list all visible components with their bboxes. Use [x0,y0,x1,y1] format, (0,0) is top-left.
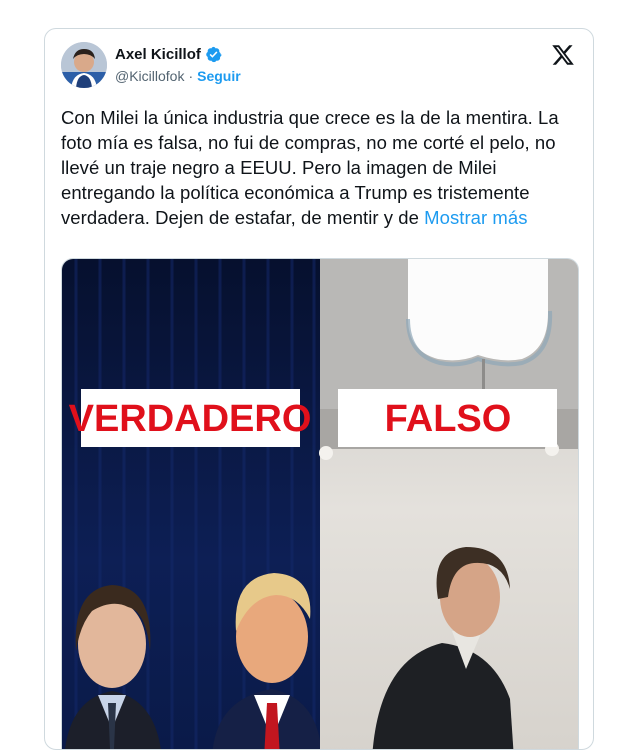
show-more-link[interactable]: Mostrar más [424,207,527,228]
avatar[interactable] [61,42,107,88]
left-photo: VERDADERO [62,259,322,749]
separator-dot: · [188,68,194,84]
tweet-media[interactable]: VERDADERO FALSO [61,258,579,749]
right-photo: FALSO [319,259,578,749]
x-logo-icon[interactable] [551,43,575,67]
avatar-image [61,42,107,88]
author-name[interactable]: Axel Kicillof [115,46,201,63]
author-handle[interactable]: @Kicillofok [115,68,184,84]
author-row: Axel Kicillof [115,46,222,63]
comparison-image: VERDADERO FALSO [62,259,578,749]
tweet-card: Axel Kicillof @Kicillofok · Seguir Con M… [44,28,594,750]
label-verdadero: VERDADERO [69,398,312,440]
verified-badge-icon [206,46,222,63]
handle-row: @Kicillofok · Seguir [115,68,241,84]
label-falso: FALSO [385,398,512,440]
follow-button[interactable]: Seguir [197,68,241,84]
tweet-text: Con Milei la única industria que crece e… [61,105,571,230]
